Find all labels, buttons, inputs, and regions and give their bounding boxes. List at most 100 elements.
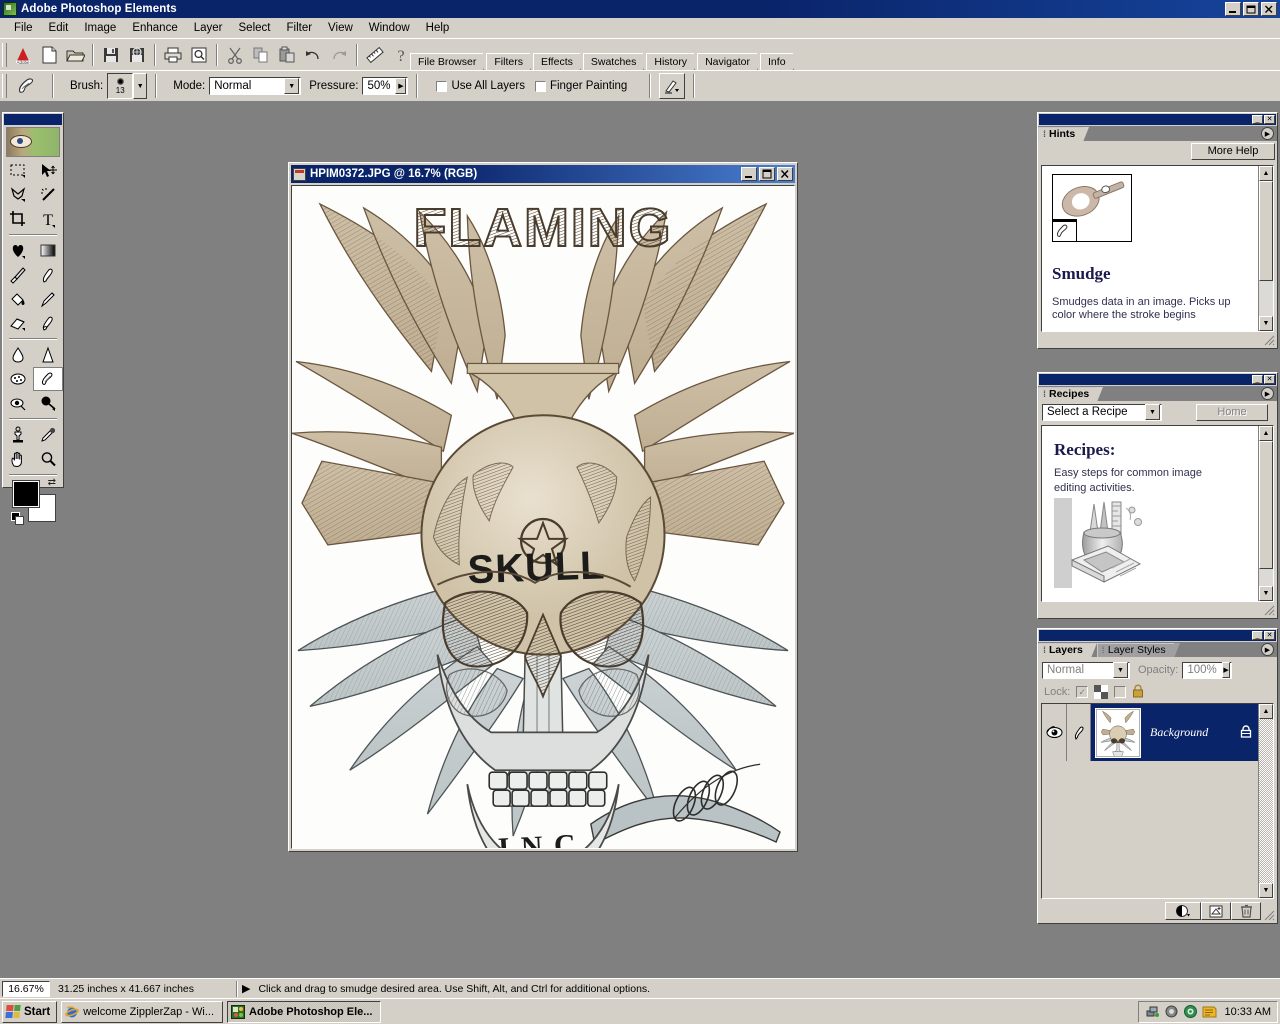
menu-image[interactable]: Image: [76, 20, 124, 36]
gradient-tool-icon[interactable]: [33, 239, 63, 263]
recipes-scrollbar[interactable]: ▲ ▼: [1258, 426, 1273, 601]
mode-select[interactable]: Normal ▼: [209, 77, 302, 95]
paste-icon[interactable]: [274, 42, 300, 68]
clone-stamp-tool-icon[interactable]: [3, 423, 33, 447]
eye-recipe-banner[interactable]: [6, 127, 60, 157]
delete-layer-trash-icon[interactable]: [1231, 902, 1261, 920]
lock-image-icon[interactable]: [1094, 685, 1109, 699]
menu-layer[interactable]: Layer: [186, 20, 231, 36]
marquee-tool-icon[interactable]: [3, 159, 33, 183]
brush-dynamics-icon[interactable]: [659, 73, 686, 99]
lock-transparency-icon[interactable]: ✓: [1076, 686, 1089, 698]
save-icon[interactable]: [98, 42, 124, 68]
impressionist-brush-icon[interactable]: [33, 311, 63, 335]
adobe-logo-icon[interactable]: Adobe: [10, 42, 36, 68]
brush-picker[interactable]: 13 ▼: [107, 73, 148, 99]
checkbox-box[interactable]: [534, 80, 546, 92]
layers-resize-grip[interactable]: [1263, 909, 1275, 921]
recipes-close-button[interactable]: ✕: [1264, 375, 1275, 384]
volume-icon[interactable]: [1164, 1004, 1179, 1019]
close-button[interactable]: [1261, 2, 1277, 16]
print-preview-icon[interactable]: [186, 42, 212, 68]
recipes-home-button[interactable]: Home: [1196, 403, 1268, 421]
scroll-track[interactable]: [1259, 719, 1273, 883]
eye-visibility-icon[interactable]: [1042, 704, 1067, 761]
tab-layer-styles[interactable]: ⁞ Layer Styles: [1096, 643, 1180, 658]
options-drag-grip[interactable]: [2, 74, 7, 98]
checkbox-box[interactable]: [436, 80, 448, 92]
well-tab-effects[interactable]: Effects: [532, 53, 586, 71]
scroll-up-arrow-icon[interactable]: ▲: [1259, 704, 1273, 719]
well-tab-file-browser[interactable]: File Browser: [410, 53, 490, 71]
hints-scrollbar[interactable]: ▲ ▼: [1258, 166, 1273, 331]
start-button[interactable]: Start: [2, 1000, 58, 1023]
lasso-tool-icon[interactable]: [3, 183, 33, 207]
taskbar-item-photoshop[interactable]: Adobe Photoshop Ele...: [227, 1000, 382, 1023]
new-adjustment-layer-icon[interactable]: [1165, 902, 1201, 920]
shape-tool-icon[interactable]: [3, 239, 33, 263]
save-for-web-icon[interactable]: [124, 42, 150, 68]
pressure-input[interactable]: 50% ▶: [362, 77, 409, 95]
dodge-burn-tool-icon[interactable]: [33, 391, 63, 415]
chevron-down-icon[interactable]: ▼: [284, 78, 300, 94]
menu-file[interactable]: File: [6, 20, 41, 36]
layers-minimize-button[interactable]: _: [1252, 631, 1263, 640]
well-tab-filters[interactable]: Filters: [486, 53, 536, 71]
well-tab-history[interactable]: History: [646, 53, 700, 71]
lock-all-icon[interactable]: [1132, 684, 1144, 701]
well-tab-info[interactable]: Info: [760, 53, 798, 71]
tab-layers[interactable]: ⁞ Layers: [1038, 643, 1097, 658]
recipes-title-bar[interactable]: _ ✕: [1039, 374, 1276, 385]
scroll-thumb[interactable]: [1259, 441, 1273, 569]
status-menu-arrow-icon[interactable]: ▶: [242, 982, 250, 995]
brush-dropdown-arrow-icon[interactable]: ▼: [133, 73, 148, 99]
layers-title-bar[interactable]: _ ✕: [1039, 630, 1276, 641]
zoom-tool-icon[interactable]: [33, 447, 63, 471]
document-maximize-button[interactable]: [759, 167, 775, 181]
restore-button[interactable]: [1243, 2, 1259, 16]
new-layer-icon[interactable]: [1201, 902, 1231, 920]
opacity-input[interactable]: 100% ▶: [1182, 661, 1233, 679]
hints-title-bar[interactable]: _ ✕: [1039, 114, 1276, 125]
document-close-button[interactable]: [777, 167, 793, 181]
layers-close-button[interactable]: ✕: [1264, 631, 1275, 640]
use-all-layers-checkbox[interactable]: Use All Layers: [436, 80, 525, 92]
scroll-down-arrow-icon[interactable]: ▼: [1259, 883, 1273, 898]
chevron-down-icon[interactable]: ▼: [1113, 662, 1128, 678]
menu-enhance[interactable]: Enhance: [124, 20, 185, 36]
toolbar-drag-grip[interactable]: [2, 42, 7, 67]
scroll-track[interactable]: [1259, 569, 1273, 586]
menu-select[interactable]: Select: [231, 20, 279, 36]
crop-tool-icon[interactable]: [3, 207, 33, 231]
paint-bucket-tool-icon[interactable]: [3, 287, 33, 311]
recipes-minimize-button[interactable]: _: [1252, 375, 1263, 384]
brush-preview[interactable]: 13: [107, 73, 134, 99]
tab-recipes[interactable]: ⁞ Recipes: [1038, 387, 1104, 402]
brush-tool-icon[interactable]: [3, 263, 33, 287]
scroll-thumb[interactable]: [1259, 181, 1273, 281]
recipes-palette-menu-icon[interactable]: ▶: [1261, 387, 1274, 400]
layers-scrollbar[interactable]: ▲ ▼: [1258, 704, 1273, 898]
measure-ruler-icon[interactable]: [362, 42, 388, 68]
layer-thumbnail[interactable]: [1095, 707, 1141, 758]
layer-row-background[interactable]: Background: [1042, 704, 1258, 761]
menu-help[interactable]: Help: [418, 20, 458, 36]
well-tab-navigator[interactable]: Navigator: [697, 53, 763, 71]
eraser-tool-icon[interactable]: [3, 311, 33, 335]
blur-tool-icon[interactable]: [3, 343, 33, 367]
cut-scissors-icon[interactable]: [222, 42, 248, 68]
menu-window[interactable]: Window: [361, 20, 418, 36]
hints-close-button[interactable]: ✕: [1264, 115, 1275, 124]
copy-icon[interactable]: [248, 42, 274, 68]
scroll-up-arrow-icon[interactable]: ▲: [1259, 166, 1273, 181]
zoom-level-input[interactable]: 16.67%: [2, 980, 50, 997]
type-tool-icon[interactable]: T: [33, 207, 63, 231]
menu-edit[interactable]: Edit: [41, 20, 77, 36]
notes-icon[interactable]: [1202, 1004, 1217, 1019]
layer-name[interactable]: Background: [1150, 725, 1208, 740]
recipes-resize-grip[interactable]: [1263, 604, 1275, 616]
redo-icon[interactable]: [326, 42, 352, 68]
recipe-select[interactable]: Select a Recipe ▼: [1042, 403, 1162, 421]
red-eye-brush-icon[interactable]: [3, 391, 33, 415]
chevron-down-icon[interactable]: ▼: [1145, 404, 1160, 420]
